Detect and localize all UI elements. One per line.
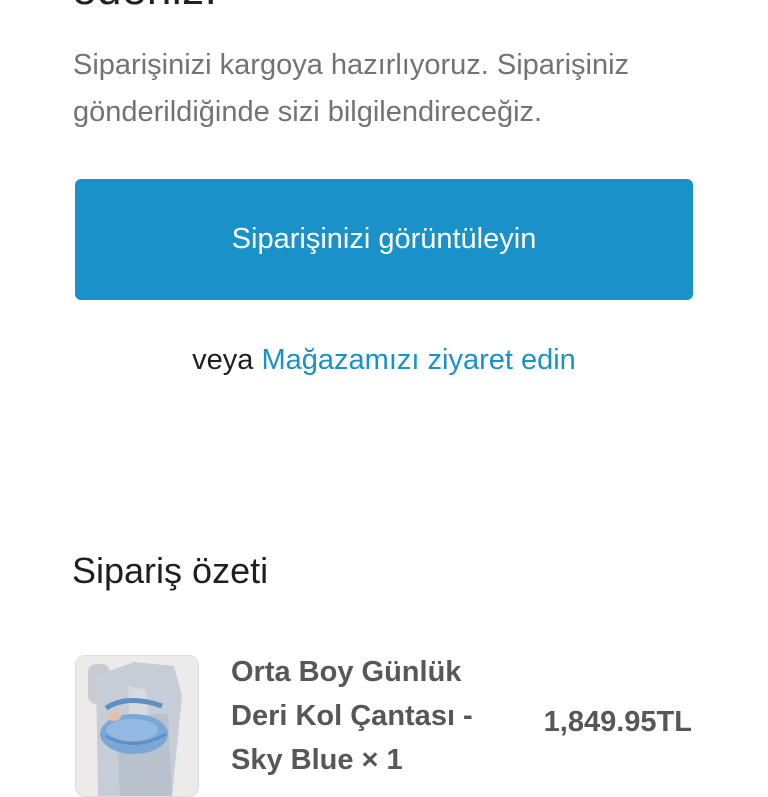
visit-store-link[interactable]: Mağazamızı ziyaret edin: [262, 344, 576, 376]
product-price: 1,849.95TL: [543, 706, 692, 738]
confirmation-heading: edeniz.: [72, 0, 217, 12]
product-thumbnail: [75, 655, 199, 797]
alternate-action: veya Mağazamızı ziyaret edin: [0, 338, 768, 382]
view-order-label: Siparişinizi görüntüleyin: [231, 223, 537, 255]
product-photo-blue-bag-icon: [76, 656, 198, 796]
order-summary-title: Sipariş özeti: [72, 550, 269, 591]
or-text: veya: [192, 344, 254, 376]
confirmation-description: Siparişinizi kargoya hazırlıyoruz. Sipar…: [73, 49, 630, 128]
view-order-button[interactable]: Siparişinizi görüntüleyin: [75, 179, 693, 300]
product-name: Orta Boy Günlük Deri Kol Çantası - Sky B…: [231, 656, 473, 776]
